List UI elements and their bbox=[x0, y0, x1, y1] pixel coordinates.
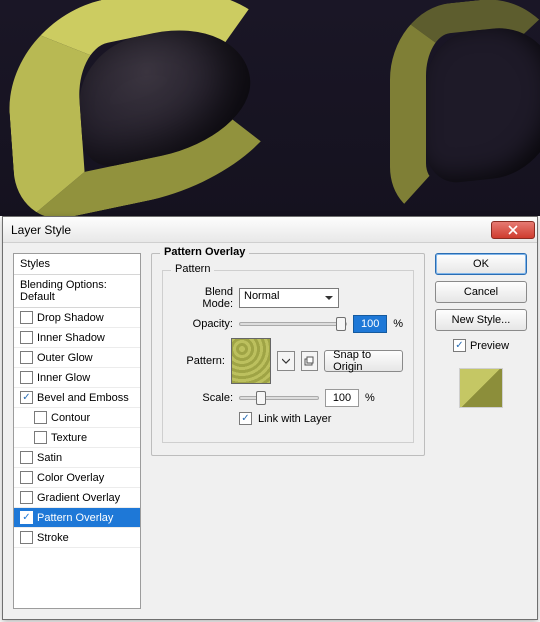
style-label: Texture bbox=[51, 432, 87, 444]
style-label: Inner Glow bbox=[37, 372, 90, 384]
style-label: Stroke bbox=[37, 532, 69, 544]
preview-checkbox[interactable]: ✓ bbox=[453, 339, 466, 352]
style-label: Gradient Overlay bbox=[37, 492, 120, 504]
dialog-buttons: OK Cancel New Style... ✓ Preview bbox=[435, 253, 527, 609]
checkbox[interactable] bbox=[20, 311, 33, 324]
checkbox[interactable] bbox=[20, 531, 33, 544]
checkbox[interactable]: ✓ bbox=[20, 391, 33, 404]
blend-mode-label: Blend Mode: bbox=[173, 286, 233, 310]
checkbox[interactable] bbox=[20, 371, 33, 384]
new-style-button[interactable]: New Style... bbox=[435, 309, 527, 331]
scale-slider[interactable] bbox=[239, 396, 319, 400]
style-label: Inner Shadow bbox=[37, 332, 105, 344]
pattern-picker-button[interactable] bbox=[277, 351, 295, 371]
checkbox[interactable] bbox=[34, 411, 47, 424]
style-satin[interactable]: Satin bbox=[14, 448, 140, 468]
opacity-slider[interactable] bbox=[239, 322, 347, 326]
slider-thumb-icon[interactable] bbox=[336, 317, 346, 331]
style-stroke[interactable]: Stroke bbox=[14, 528, 140, 548]
style-inner-glow[interactable]: Inner Glow bbox=[14, 368, 140, 388]
scale-unit: % bbox=[365, 392, 375, 404]
preview-swatch bbox=[459, 368, 503, 408]
close-button[interactable] bbox=[491, 221, 535, 239]
blending-options[interactable]: Blending Options: Default bbox=[14, 275, 140, 308]
scale-input[interactable]: 100 bbox=[325, 389, 359, 407]
style-label: Drop Shadow bbox=[37, 312, 104, 324]
layer-style-dialog: Layer Style Styles Blending Options: Def… bbox=[2, 216, 538, 620]
style-label: Outer Glow bbox=[37, 352, 93, 364]
style-outer-glow[interactable]: Outer Glow bbox=[14, 348, 140, 368]
settings-panel: Pattern Overlay Pattern Blend Mode: Norm… bbox=[151, 253, 425, 609]
style-contour[interactable]: Contour bbox=[14, 408, 140, 428]
pattern-swatch[interactable] bbox=[231, 338, 271, 384]
style-label: Satin bbox=[37, 452, 62, 464]
blend-mode-select[interactable]: Normal bbox=[239, 288, 339, 308]
pattern-overlay-group: Pattern Overlay Pattern Blend Mode: Norm… bbox=[151, 253, 425, 456]
styles-list: Styles Blending Options: Default Drop Sh… bbox=[13, 253, 141, 609]
style-gradient-overlay[interactable]: Gradient Overlay bbox=[14, 488, 140, 508]
style-bevel-emboss[interactable]: ✓ Bevel and Emboss bbox=[14, 388, 140, 408]
checkbox[interactable] bbox=[20, 471, 33, 484]
style-texture[interactable]: Texture bbox=[14, 428, 140, 448]
pattern-group: Pattern Blend Mode: Normal Opacity: 100 bbox=[162, 270, 414, 443]
checkbox[interactable] bbox=[20, 331, 33, 344]
link-with-layer-checkbox[interactable]: ✓ bbox=[239, 412, 252, 425]
snap-to-origin-button[interactable]: Snap to Origin bbox=[324, 350, 403, 372]
artwork-letter-partial bbox=[390, 0, 540, 216]
opacity-input[interactable]: 100 bbox=[353, 315, 387, 333]
style-drop-shadow[interactable]: Drop Shadow bbox=[14, 308, 140, 328]
checkbox[interactable] bbox=[34, 431, 47, 444]
artwork-letter-d bbox=[3, 0, 297, 216]
chevron-down-icon bbox=[282, 357, 290, 365]
pattern-label: Pattern: bbox=[173, 355, 225, 367]
style-inner-shadow[interactable]: Inner Shadow bbox=[14, 328, 140, 348]
style-label: Bevel and Emboss bbox=[37, 392, 129, 404]
close-icon bbox=[508, 225, 518, 235]
document-canvas bbox=[0, 0, 540, 216]
checkbox[interactable] bbox=[20, 451, 33, 464]
opacity-label: Opacity: bbox=[173, 318, 233, 330]
slider-thumb-icon[interactable] bbox=[256, 391, 266, 405]
checkbox[interactable] bbox=[20, 491, 33, 504]
link-with-layer-label: Link with Layer bbox=[258, 413, 331, 425]
style-pattern-overlay[interactable]: ✓ Pattern Overlay bbox=[14, 508, 140, 528]
dialog-title: Layer Style bbox=[11, 223, 491, 237]
preview-label: Preview bbox=[470, 340, 509, 352]
new-preset-icon bbox=[304, 356, 314, 366]
inner-title: Pattern bbox=[171, 263, 214, 275]
dialog-titlebar[interactable]: Layer Style bbox=[3, 217, 537, 243]
group-title: Pattern Overlay bbox=[160, 246, 249, 258]
cancel-button[interactable]: Cancel bbox=[435, 281, 527, 303]
styles-header[interactable]: Styles bbox=[14, 254, 140, 275]
style-color-overlay[interactable]: Color Overlay bbox=[14, 468, 140, 488]
new-preset-button[interactable] bbox=[301, 351, 319, 371]
style-label: Contour bbox=[51, 412, 90, 424]
style-label: Color Overlay bbox=[37, 472, 104, 484]
blend-mode-value: Normal bbox=[244, 290, 279, 302]
scale-label: Scale: bbox=[173, 392, 233, 404]
checkbox[interactable]: ✓ bbox=[20, 511, 33, 524]
ok-button[interactable]: OK bbox=[435, 253, 527, 275]
checkbox[interactable] bbox=[20, 351, 33, 364]
style-label: Pattern Overlay bbox=[37, 512, 113, 524]
opacity-unit: % bbox=[393, 318, 403, 330]
